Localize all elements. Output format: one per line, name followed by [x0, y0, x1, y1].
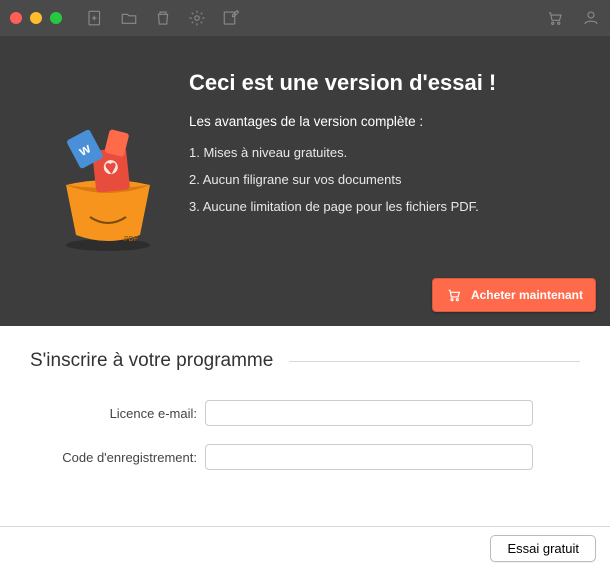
hero-title: Ceci est une version d'essai !: [189, 70, 580, 96]
cart-icon[interactable]: [546, 9, 564, 27]
edit-icon[interactable]: [222, 9, 240, 27]
register-heading: S'inscrire à votre programme: [30, 350, 273, 372]
buy-now-button[interactable]: Acheter maintenant: [432, 278, 596, 312]
buy-now-label: Acheter maintenant: [471, 288, 583, 302]
register-section: S'inscrire à votre programme Licence e-m…: [0, 326, 610, 526]
window-controls: [10, 12, 62, 24]
hero-illustration: PDF w: [30, 60, 185, 306]
free-trial-button[interactable]: Essai gratuit: [490, 535, 596, 562]
benefit-item: 2. Aucun filigrane sur vos documents: [189, 172, 580, 187]
hero-subtitle: Les avantages de la version complète :: [189, 114, 580, 129]
email-field[interactable]: [205, 400, 533, 426]
hero-benefit-list: 1. Mises à niveau gratuites. 2. Aucun fi…: [189, 145, 580, 214]
benefit-item: 1. Mises à niveau gratuites.: [189, 145, 580, 160]
register-heading-row: S'inscrire à votre programme: [30, 350, 580, 372]
minimize-window-button[interactable]: [30, 12, 42, 24]
code-label: Code d'enregistrement:: [30, 450, 205, 465]
divider: [289, 361, 580, 362]
registration-code-field[interactable]: [205, 444, 533, 470]
toolbar-right: [546, 9, 600, 27]
form-row-email: Licence e-mail:: [30, 400, 580, 426]
cart-icon: [445, 286, 463, 304]
maximize-window-button[interactable]: [50, 12, 62, 24]
close-window-button[interactable]: [10, 12, 22, 24]
hero-section: PDF w Ceci est une version d'essai ! Les…: [0, 36, 610, 326]
toolbar-left: [86, 9, 240, 27]
form-row-code: Code d'enregistrement:: [30, 444, 580, 470]
trash-icon[interactable]: [154, 9, 172, 27]
free-trial-label: Essai gratuit: [507, 541, 579, 556]
footer: Essai gratuit: [0, 526, 610, 570]
email-label: Licence e-mail:: [30, 406, 205, 421]
account-icon[interactable]: [582, 9, 600, 27]
svg-text:PDF: PDF: [124, 236, 139, 243]
settings-icon[interactable]: [188, 9, 206, 27]
hero-text: Ceci est une version d'essai ! Les avant…: [185, 60, 580, 306]
benefit-item: 3. Aucune limitation de page pour les fi…: [189, 199, 580, 214]
add-document-icon[interactable]: [86, 9, 104, 27]
folder-icon[interactable]: [120, 9, 138, 27]
titlebar: [0, 0, 610, 36]
